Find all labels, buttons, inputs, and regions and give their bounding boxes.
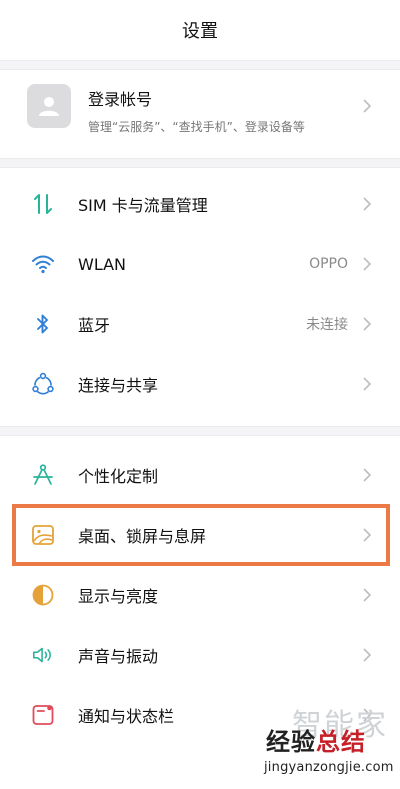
chevron-right-icon bbox=[363, 648, 372, 662]
chevron-right-icon bbox=[363, 317, 372, 331]
section-divider bbox=[0, 60, 400, 70]
display-brightness-icon bbox=[31, 583, 55, 607]
row-label: 桌面、锁屏与息屏 bbox=[78, 527, 207, 546]
row-label: 声音与振动 bbox=[78, 647, 159, 666]
section-divider bbox=[0, 426, 400, 436]
sound-vibration-row[interactable]: 声音与振动 bbox=[0, 625, 400, 685]
watermark: 智能家 经验总结 jingyanzongjie.com bbox=[264, 700, 396, 786]
sim-data-icon bbox=[31, 192, 55, 216]
section-divider bbox=[0, 158, 400, 168]
account-subtitle: 管理“云服务”、“查找手机”、登录设备等 bbox=[88, 120, 305, 134]
bluetooth-icon bbox=[31, 312, 55, 336]
connection-share-icon bbox=[31, 372, 55, 396]
settings-page: 设置 登录帐号 管理“云服务”、“查找手机”、登录设备等 SIM 卡与流量管理 bbox=[0, 0, 400, 789]
row-label: SIM 卡与流量管理 bbox=[78, 196, 208, 215]
notification-icon bbox=[31, 703, 55, 727]
row-value: 未连接 bbox=[306, 317, 348, 333]
row-value: OPPO bbox=[309, 256, 348, 272]
chevron-right-icon bbox=[363, 257, 372, 271]
chevron-right-icon bbox=[363, 588, 372, 602]
chevron-right-icon bbox=[363, 377, 372, 391]
watermark-brand: 经验总结 bbox=[266, 722, 366, 757]
chevron-right-icon bbox=[363, 528, 372, 542]
bluetooth-row[interactable]: 蓝牙 未连接 bbox=[0, 294, 400, 354]
wlan-row[interactable]: WLAN OPPO bbox=[0, 234, 400, 294]
account-title: 登录帐号 bbox=[88, 90, 153, 109]
watermark-brand-b: 总结 bbox=[316, 728, 366, 756]
connection-share-row[interactable]: 连接与共享 bbox=[0, 354, 400, 414]
account-text: 登录帐号 管理“云服务”、“查找手机”、登录设备等 bbox=[88, 86, 305, 135]
chevron-right-icon bbox=[363, 99, 372, 113]
chevron-right-icon bbox=[363, 468, 372, 482]
header: 设置 bbox=[0, 0, 400, 64]
row-label: 显示与亮度 bbox=[78, 587, 159, 606]
user-avatar-icon bbox=[27, 84, 71, 128]
account-login-row[interactable]: 登录帐号 管理“云服务”、“查找手机”、登录设备等 bbox=[0, 72, 400, 152]
row-label: 连接与共享 bbox=[78, 376, 159, 395]
sim-data-row[interactable]: SIM 卡与流量管理 bbox=[0, 174, 400, 234]
chevron-right-icon bbox=[363, 197, 372, 211]
wifi-icon bbox=[31, 252, 55, 276]
row-label: 蓝牙 bbox=[78, 316, 111, 335]
page-title: 设置 bbox=[182, 21, 218, 42]
watermark-url: jingyanzongjie.com bbox=[264, 760, 394, 775]
personalization-icon bbox=[31, 463, 55, 487]
watermark-brand-a: 经验 bbox=[266, 728, 316, 756]
display-brightness-row[interactable]: 显示与亮度 bbox=[0, 565, 400, 625]
wallpaper-lockscreen-row[interactable]: 桌面、锁屏与息屏 bbox=[0, 505, 400, 565]
personalization-row[interactable]: 个性化定制 bbox=[0, 445, 400, 505]
wallpaper-icon bbox=[31, 523, 55, 547]
row-label: 通知与状态栏 bbox=[78, 707, 175, 726]
row-label: 个性化定制 bbox=[78, 467, 159, 486]
row-label: WLAN bbox=[78, 254, 127, 274]
sound-icon bbox=[31, 643, 55, 667]
